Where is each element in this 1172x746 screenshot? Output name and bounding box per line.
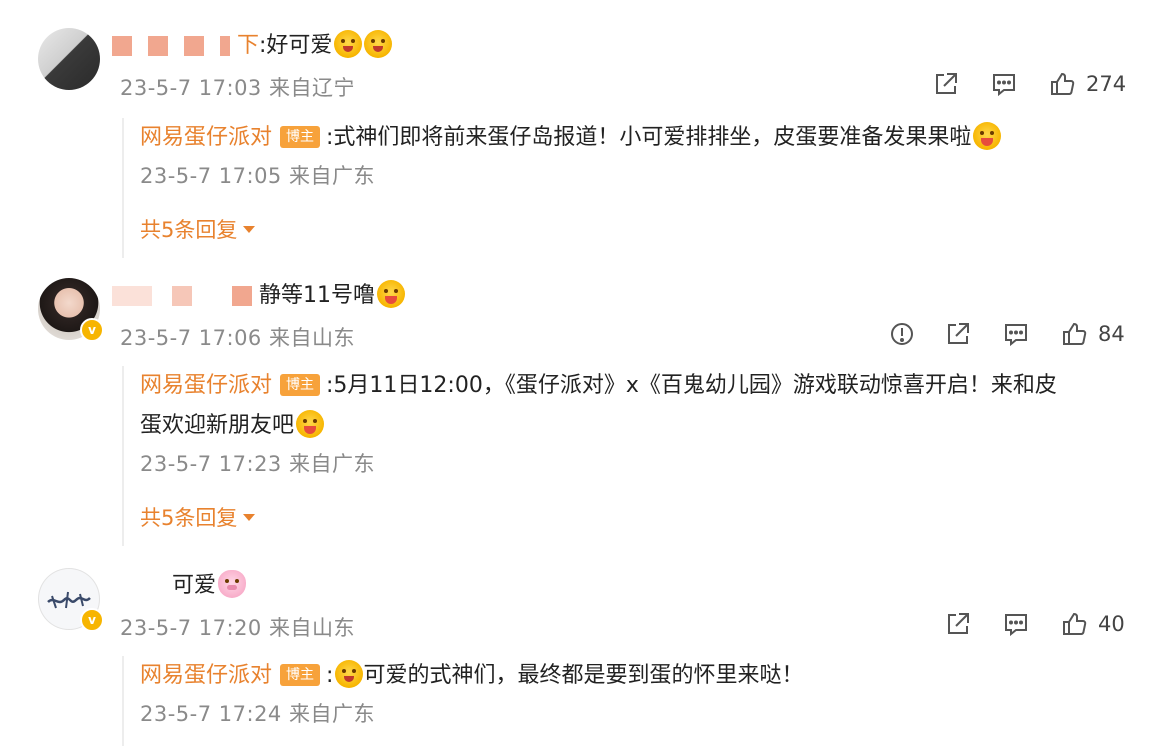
reply-author[interactable]: 网易蛋仔派对 bbox=[140, 125, 272, 150]
share-button[interactable] bbox=[944, 320, 972, 348]
like-icon bbox=[1063, 612, 1087, 635]
more-replies-label: 共5条回复 bbox=[140, 506, 238, 530]
reply-colon: : bbox=[326, 663, 334, 688]
comment-meta: 23-5-7 17:03 来自辽宁 bbox=[120, 76, 355, 100]
caret-down-icon bbox=[243, 226, 256, 233]
comment-button[interactable] bbox=[1002, 610, 1030, 638]
like-count: 274 bbox=[1086, 72, 1127, 96]
reply-author[interactable]: 网易蛋仔派对 bbox=[140, 373, 272, 398]
verified-badge-icon: v bbox=[80, 318, 104, 342]
share-icon bbox=[936, 73, 957, 94]
comment-text: :好可爱 bbox=[259, 33, 333, 58]
like-icon bbox=[1063, 322, 1087, 345]
username-masked[interactable] bbox=[112, 286, 252, 306]
cry-laugh-emoji bbox=[334, 30, 363, 58]
comment-header: 下:好可爱 bbox=[112, 30, 393, 61]
cry-laugh-emoji bbox=[364, 30, 393, 58]
comment-icon bbox=[1005, 614, 1027, 637]
share-button[interactable] bbox=[932, 70, 960, 98]
grin-emoji bbox=[335, 660, 364, 688]
comment-text: 可爱 bbox=[172, 573, 217, 598]
like-count: 40 bbox=[1098, 612, 1125, 636]
comment-button[interactable] bbox=[990, 70, 1018, 98]
like-count: 84 bbox=[1098, 322, 1125, 346]
like-button[interactable]: 274 bbox=[1048, 70, 1126, 98]
heart-emoji bbox=[296, 410, 325, 438]
heart-emoji bbox=[377, 280, 405, 308]
avatar[interactable] bbox=[38, 28, 100, 90]
reply-thread: 网易蛋仔派对 博主:5月11日12:00，《蛋仔派对》x《百鬼幼儿园》游戏联动惊喜… bbox=[122, 366, 1124, 546]
reply-line: 网易蛋仔派对 博主:5月11日12:00，《蛋仔派对》x《百鬼幼儿园》游戏联动惊喜… bbox=[124, 366, 1124, 406]
like-button[interactable]: 40 bbox=[1060, 610, 1125, 638]
reply-text: :5月11日12:00，《蛋仔派对》x《百鬼幼儿园》游戏联动惊喜开启！来和皮 bbox=[326, 373, 1057, 398]
reply-line: 网易蛋仔派对 博主:式神们即将前来蛋仔岛报道！小可爱排排坐，皮蛋要准备发果果啦 bbox=[124, 118, 1124, 158]
reply-thread: 网易蛋仔派对 博主:式神们即将前来蛋仔岛报道！小可爱排排坐，皮蛋要准备发果果啦 2… bbox=[122, 118, 1124, 258]
reply-text: :式神们即将前来蛋仔岛报道！小可爱排排坐，皮蛋要准备发果果啦 bbox=[326, 125, 972, 150]
comment-header: 可爱 bbox=[172, 570, 247, 601]
more-replies-label: 共5条回复 bbox=[140, 218, 238, 242]
reply-text: 可爱的式神们，最终都是要到蛋的怀里来哒！ bbox=[363, 663, 804, 688]
username-suffix[interactable]: 下 bbox=[237, 33, 259, 58]
reply-line-cont: 蛋欢迎新朋友吧 bbox=[124, 406, 1124, 446]
reply-meta: 23-5-7 17:24 来自广东 bbox=[140, 702, 375, 726]
blogger-badge: 博主 bbox=[280, 664, 321, 686]
report-icon bbox=[891, 323, 913, 345]
comment-button[interactable] bbox=[1002, 320, 1030, 348]
share-button[interactable] bbox=[944, 610, 972, 638]
report-button[interactable] bbox=[888, 320, 916, 348]
verified-badge-icon: v bbox=[80, 608, 104, 632]
caret-down-icon bbox=[243, 514, 256, 521]
reply-text-cont: 蛋欢迎新朋友吧 bbox=[140, 413, 295, 438]
reply-line: 网易蛋仔派对 博主: 可爱的式神们，最终都是要到蛋的怀里来哒！ bbox=[124, 656, 1124, 696]
heart-emoji bbox=[973, 122, 1002, 150]
more-replies-button[interactable]: 共5条回复 bbox=[124, 502, 1124, 532]
comment-icon bbox=[1005, 324, 1027, 347]
comment-meta: 23-5-7 17:06 来自山东 bbox=[120, 326, 355, 350]
reply-meta: 23-5-7 17:23 来自广东 bbox=[140, 452, 375, 476]
comment-meta: 23-5-7 17:20 来自山东 bbox=[120, 616, 355, 640]
like-icon bbox=[1051, 72, 1075, 95]
reply-thread: 网易蛋仔派对 博主: 可爱的式神们，最终都是要到蛋的怀里来哒！ 23-5-7 17:… bbox=[122, 656, 1124, 746]
blogger-badge: 博主 bbox=[280, 374, 321, 396]
comment-text: 静等11号噜 bbox=[259, 283, 375, 308]
pig-emoji bbox=[218, 570, 247, 598]
share-icon bbox=[948, 613, 969, 634]
more-replies-button[interactable]: 共5条回复 bbox=[124, 214, 1124, 244]
comment-icon bbox=[993, 74, 1015, 97]
like-button[interactable]: 84 bbox=[1060, 320, 1125, 348]
share-icon bbox=[948, 323, 969, 344]
username-masked[interactable] bbox=[112, 36, 230, 56]
reply-author[interactable]: 网易蛋仔派对 bbox=[140, 663, 272, 688]
comment-header: 静等11号噜 bbox=[112, 280, 405, 311]
blogger-badge: 博主 bbox=[280, 126, 321, 148]
reply-meta: 23-5-7 17:05 来自广东 bbox=[140, 164, 375, 188]
